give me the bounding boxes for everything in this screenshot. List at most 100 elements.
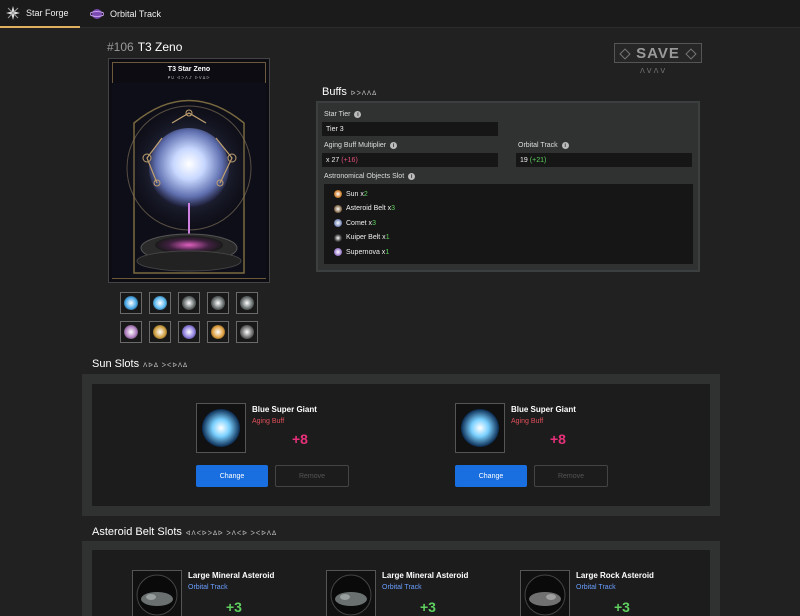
- aging-buff-field: x 27 (+16): [322, 153, 498, 167]
- asteroid-slots-heading: Asteroid Belt Slots ᐊᐱᐸᐅᐳᐃᐅ ᐳᐱᐸᐅ ᐳᐸᐅᐱᐃ: [92, 526, 277, 538]
- sun-slot-1-value: +8: [292, 431, 308, 447]
- save-glyph-text: ᐱᐯᐱᐯ: [640, 68, 668, 75]
- thumbnail[interactable]: [207, 321, 229, 343]
- star-orb-artwork: [112, 83, 266, 278]
- astronomical-object-item: Kuiper Belt x1: [334, 233, 390, 242]
- buffs-heading-glyph: ᐅᐳᐱᐱᐃ: [350, 91, 378, 97]
- astronomical-objects-list: Sun x 2 Asteroid Belt x 3 Comet x 3 Kuiper Bel…: [324, 184, 693, 264]
- blue-super-giant-icon: [461, 409, 499, 447]
- star-forge-icon: [6, 6, 20, 20]
- thumbnail[interactable]: [149, 292, 171, 314]
- buffs-heading: Buffs ᐅᐳᐱᐱᐃ: [322, 86, 377, 98]
- blue-orb-icon: [124, 296, 138, 310]
- thumbnail[interactable]: [236, 321, 258, 343]
- aging-buff-label: Aging Buff Multiplier i: [324, 142, 398, 149]
- info-icon[interactable]: i: [561, 142, 569, 149]
- item-number: #106: [107, 40, 134, 54]
- orbital-track-value: 19: [520, 156, 528, 164]
- sun-slot-2-value: +8: [550, 431, 566, 447]
- sun-slots-panel: Blue Super Giant Aging Buff +8 Change Re…: [82, 374, 720, 516]
- sun-slots-heading-label: Sun Slots: [92, 358, 140, 370]
- asteroid-slot-2-name: Large Mineral Asteroid: [382, 571, 469, 580]
- asteroid-icon: [136, 574, 178, 616]
- save-button[interactable]: SAVE: [614, 43, 702, 63]
- aging-buff-value: x 27: [326, 156, 340, 164]
- comet-icon: [124, 325, 138, 339]
- thumbnail[interactable]: [207, 292, 229, 314]
- asteroid-icon: [240, 296, 254, 310]
- sun-slot-2-type: Aging Buff: [511, 418, 544, 425]
- orbital-track-field: 19 (+21): [516, 153, 692, 167]
- info-icon[interactable]: i: [408, 173, 416, 180]
- orbital-track-label-text: Orbital Track: [518, 142, 558, 149]
- astronomical-object-qty: 3: [391, 205, 396, 212]
- thumbnail[interactable]: [236, 292, 258, 314]
- asteroid-slot-2-value: +3: [420, 599, 436, 615]
- asteroid-slot-2-type: Orbital Track: [382, 584, 422, 591]
- thumbnail[interactable]: [178, 292, 200, 314]
- astronomical-object-item: Asteroid Belt x3: [334, 204, 396, 213]
- astronomical-object-name: Supernova x: [346, 248, 386, 256]
- astronomical-object-qty: 3: [372, 219, 376, 227]
- aging-buff-label-text: Aging Buff Multiplier: [324, 142, 387, 149]
- asteroid-slot-1-type: Orbital Track: [188, 584, 228, 591]
- asteroid-slot-3-type: Orbital Track: [576, 584, 616, 591]
- asteroid-image: [132, 570, 182, 616]
- star-tier-label-text: Star Tier: [324, 111, 351, 118]
- astronomical-object-name: Comet x: [346, 219, 373, 227]
- asteroid-image: [326, 570, 376, 616]
- star-tier-field: Tier 3: [322, 122, 498, 136]
- remove-button[interactable]: Remove: [534, 465, 608, 487]
- sun-slots-inner: Blue Super Giant Aging Buff +8 Change Re…: [92, 384, 710, 506]
- blue-super-giant-icon: [202, 409, 240, 447]
- buffs-heading-label: Buffs: [322, 86, 347, 98]
- sun-slot-2-name: Blue Super Giant: [511, 405, 576, 414]
- comet-icon: [153, 325, 167, 339]
- info-icon[interactable]: i: [390, 142, 398, 149]
- buffs-panel: Star Tier i Tier 3 Aging Buff Multiplier…: [316, 101, 700, 272]
- astronomical-object-item: Comet x3: [334, 219, 376, 227]
- rock-asteroid-icon: [524, 574, 566, 616]
- change-button[interactable]: Change: [455, 465, 527, 487]
- asteroid-slots-heading-glyph: ᐊᐱᐸᐅᐳᐃᐅ ᐳᐱᐸᐅ ᐳᐸᐅᐱᐃ: [185, 531, 278, 537]
- comet-icon: [334, 219, 342, 227]
- asteroid-slot-1-name: Large Mineral Asteroid: [188, 571, 275, 580]
- page-title: #106 T3 Zeno: [107, 40, 182, 54]
- astronomical-objects-label: Astronomical Objects Slot i: [324, 173, 416, 180]
- kuiper-belt-icon: [334, 233, 342, 242]
- blue-super-giant-image: [196, 403, 246, 453]
- star-tier-value: Tier 3: [326, 125, 344, 133]
- card-title: T3 Star Zeno: [167, 66, 211, 73]
- aging-buff-bonus: (+16): [341, 156, 358, 164]
- asteroid-slot-3-name: Large Rock Asteroid: [576, 571, 654, 580]
- orbital-track-bonus: (+21): [529, 156, 547, 164]
- astronomical-object-qty: 2: [363, 190, 368, 198]
- sun-slots-heading-glyph: ᐱᐅᐃ ᐳᐸᐅᐱᐃ: [143, 363, 189, 369]
- asteroid-slots-panel: Large Mineral Asteroid Orbital Track +3 …: [82, 541, 720, 616]
- card-subtitle: ᑭᑌ ᐊᐳᐱᔑ ᐅᐯᐃᐅ: [167, 75, 211, 80]
- thumbnail[interactable]: [149, 321, 171, 343]
- thumbnail[interactable]: [120, 321, 142, 343]
- info-icon[interactable]: i: [354, 111, 362, 118]
- asteroid-slots-inner: Large Mineral Asteroid Orbital Track +3 …: [92, 550, 710, 616]
- sun-slot-1-type: Aging Buff: [252, 418, 285, 425]
- orbital-track-icon: [90, 9, 104, 19]
- tab-orbital-track-label: Orbital Track: [110, 9, 162, 19]
- astronomical-object-qty: 1: [385, 234, 390, 241]
- change-button[interactable]: Change: [196, 465, 268, 487]
- asteroid-icon: [182, 296, 196, 310]
- tab-star-forge[interactable]: Star Forge: [0, 0, 80, 28]
- asteroid-slot-1-value: +3: [226, 599, 242, 615]
- asteroid-icon: [211, 296, 225, 310]
- item-name: T3 Zeno: [137, 40, 183, 54]
- tab-star-forge-label: Star Forge: [26, 8, 69, 18]
- asteroid-icon: [240, 325, 254, 339]
- asteroid-slot-3-value: +3: [614, 599, 630, 615]
- thumbnail[interactable]: [120, 292, 142, 314]
- comet-icon: [211, 325, 225, 339]
- asteroid-icon: [330, 574, 372, 616]
- thumbnail[interactable]: [178, 321, 200, 343]
- remove-button[interactable]: Remove: [275, 465, 349, 487]
- comet-icon: [182, 325, 196, 339]
- tab-orbital-track[interactable]: Orbital Track: [88, 0, 168, 28]
